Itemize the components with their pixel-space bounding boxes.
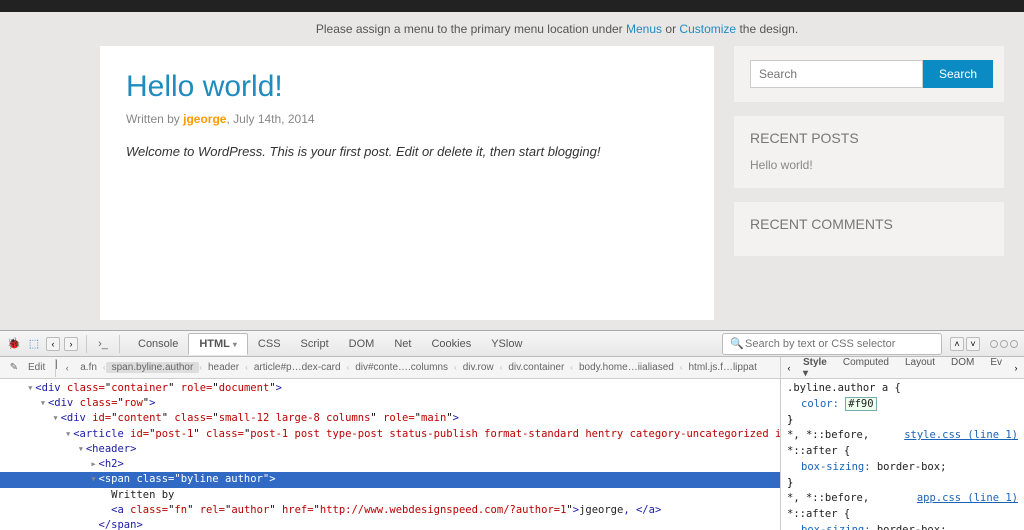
recent-posts-widget: RECENT POSTS Hello world!	[734, 116, 1004, 188]
byline-date: , July 14th, 2014	[226, 112, 314, 126]
post-title[interactable]: Hello world!	[126, 70, 688, 104]
customize-link[interactable]: Customize	[679, 22, 736, 36]
edit-button[interactable]: Edit	[22, 362, 51, 373]
style-tab-computed[interactable]: Computed	[835, 354, 897, 382]
command-line-icon[interactable]: ›_	[95, 336, 111, 352]
styles-panel: ‹ Style ▾ComputedLayoutDOMEv › .byline.a…	[780, 357, 1024, 530]
devtools-search[interactable]: 🔍	[722, 333, 942, 355]
nav-fwd-button[interactable]: ›	[64, 337, 78, 351]
inspect-icon[interactable]: ⬚	[26, 336, 42, 352]
html-tree-line[interactable]: ▸<h2>	[0, 457, 780, 472]
devtools-tab-console[interactable]: Console	[128, 334, 188, 354]
window-controls	[990, 340, 1018, 348]
breadcrumb-item[interactable]: span.byline.author	[106, 362, 200, 373]
toolbar-separator	[86, 335, 87, 353]
search-next-button[interactable]: ˅	[966, 337, 980, 351]
notice-suffix: the design.	[739, 22, 798, 36]
html-tree-line[interactable]: ▾<div class="row">	[0, 396, 780, 411]
style-tab-ev[interactable]: Ev	[982, 354, 1010, 382]
edit-icon[interactable]: ✎	[6, 360, 22, 376]
firebug-icon[interactable]: 🐞	[6, 336, 22, 352]
nav-back-button[interactable]: ‹	[46, 337, 60, 351]
menus-link[interactable]: Menus	[626, 22, 662, 36]
devtools-tab-css[interactable]: CSS	[248, 334, 291, 354]
byline-prefix: Written by	[126, 112, 183, 126]
devtools-tab-script[interactable]: Script	[291, 334, 339, 354]
style-tab-layout[interactable]: Layout	[897, 354, 943, 382]
breadcrumb-item[interactable]: body.home…iialiased	[573, 362, 680, 373]
post-byline: Written by jgeorge, July 14th, 2014	[126, 112, 688, 126]
recent-posts-title: RECENT POSTS	[750, 130, 988, 146]
recent-comments-title: RECENT COMMENTS	[750, 216, 988, 232]
recent-comments-widget: RECENT COMMENTS	[734, 202, 1004, 256]
author-link[interactable]: jgeorge	[183, 112, 226, 126]
style-tab-style[interactable]: Style ▾	[795, 354, 835, 382]
breadcrumb-bar: ✎ Edit | ‹ a.fn ‹ span.byline.author ‹ h…	[0, 357, 780, 379]
minimize-icon[interactable]	[990, 340, 998, 348]
close-icon[interactable]	[1010, 340, 1018, 348]
right-tabs: ‹ Style ▾ComputedLayoutDOMEv ›	[781, 357, 1024, 379]
toolbar-separator	[119, 335, 120, 353]
devtools-panel: 🐞 ⬚ ‹ › ›_ ConsoleHTML▾CSSScriptDOMNetCo…	[0, 330, 1024, 530]
style-tab-dom[interactable]: DOM	[943, 354, 982, 382]
breadcrumb-item[interactable]: a.fn	[74, 362, 103, 373]
breadcrumb-item[interactable]: article#p…dex-card	[248, 362, 347, 373]
search-button[interactable]: Search	[923, 60, 993, 88]
style-rules[interactable]: .byline.author a {color: #f90}style.css …	[781, 379, 1024, 530]
sidebar: Search RECENT POSTS Hello world! RECENT …	[734, 46, 1004, 320]
browser-chrome-top	[0, 0, 1024, 12]
devtools-tab-net[interactable]: Net	[384, 334, 421, 354]
breadcrumb-item[interactable]: html.js.f…lippat	[683, 362, 763, 373]
search-prev-button[interactable]: ˄	[950, 337, 964, 351]
html-tree-line[interactable]: ▾<article id="post-1" class="post-1 post…	[0, 427, 780, 442]
post-body: Welcome to WordPress. This is your first…	[126, 144, 688, 159]
popout-icon[interactable]	[1000, 340, 1008, 348]
breadcrumb-item[interactable]: div.container	[502, 362, 570, 373]
rtab-left-button[interactable]: ‹	[785, 361, 793, 375]
notice-or: or	[665, 22, 679, 36]
breadcrumb-item[interactable]: div#conte….columns	[349, 362, 454, 373]
notice-text: Please assign a menu to the primary menu…	[316, 22, 626, 36]
rtab-right-button[interactable]: ›	[1012, 361, 1020, 375]
post-card: Hello world! Written by jgeorge, July 14…	[100, 46, 714, 320]
html-tree-line[interactable]: ▾<div id="content" class="small-12 large…	[0, 411, 780, 426]
html-tree-line[interactable]: ▾<span class="byline author">	[0, 472, 780, 487]
recent-post-link[interactable]: Hello world!	[750, 158, 813, 172]
html-tree-line[interactable]: </span>	[0, 518, 780, 530]
breadcrumb-item[interactable]: div.row	[457, 362, 500, 373]
devtools-tab-cookies[interactable]: Cookies	[421, 334, 481, 354]
crumb-left-button[interactable]: ‹	[60, 361, 74, 375]
search-input[interactable]	[750, 60, 923, 88]
html-tree-line[interactable]: Written by	[0, 488, 780, 503]
page-viewport: Please assign a menu to the primary menu…	[0, 12, 1024, 330]
devtools-tab-html[interactable]: HTML▾	[188, 333, 248, 355]
search-widget: Search	[734, 46, 1004, 102]
html-tree[interactable]: ▾<div class="container" role="document">…	[0, 379, 780, 530]
menu-notice: Please assign a menu to the primary menu…	[90, 12, 1024, 46]
search-nav: ˄ ˅	[950, 337, 980, 351]
html-tree-line[interactable]: ▾<header>	[0, 442, 780, 457]
breadcrumb-item[interactable]: header	[202, 362, 245, 373]
search-icon: 🔍	[729, 336, 745, 352]
crumb-separator: |	[55, 359, 56, 377]
html-tree-line[interactable]: <a class="fn" rel="author" href="http://…	[0, 503, 780, 518]
left-margin	[0, 12, 90, 330]
devtools-tab-yslow[interactable]: YSlow	[481, 334, 532, 354]
devtools-search-input[interactable]	[745, 338, 935, 350]
devtools-tab-dom[interactable]: DOM	[339, 334, 385, 354]
